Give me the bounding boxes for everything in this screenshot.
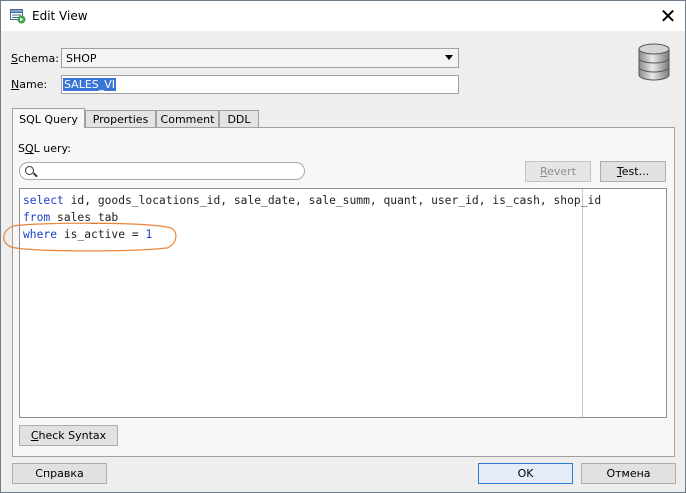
window-title: Edit View bbox=[32, 9, 88, 23]
tab-label: SQL Query bbox=[19, 113, 78, 126]
tab-ddl[interactable]: DDL bbox=[219, 110, 259, 128]
close-icon: ✕ bbox=[659, 4, 677, 28]
chevron-down-icon bbox=[445, 55, 453, 60]
help-button[interactable]: Справка bbox=[12, 463, 107, 484]
annotation-highlight bbox=[3, 222, 177, 252]
code-line: select id, goods_locations_id, sale_date… bbox=[23, 194, 602, 207]
name-field[interactable]: SALES_VI bbox=[61, 75, 459, 94]
ok-button[interactable]: OK bbox=[478, 463, 573, 484]
title-bar: Edit View ✕ bbox=[1, 1, 685, 31]
database-icon bbox=[638, 43, 670, 81]
schema-value: SHOP bbox=[66, 52, 97, 65]
tab-label: Comment bbox=[160, 113, 215, 126]
edit-view-dialog: Edit View ✕ Schema: SHOP Name: SALES_VI … bbox=[0, 0, 686, 493]
tab-label: DDL bbox=[227, 113, 251, 126]
cancel-button[interactable]: Отмена bbox=[581, 463, 676, 484]
schema-label: Schema: bbox=[11, 52, 59, 65]
close-button[interactable]: ✕ bbox=[651, 1, 685, 31]
name-label: Name: bbox=[11, 78, 48, 91]
tab-properties[interactable]: Properties bbox=[85, 110, 156, 128]
right-margin-guide bbox=[582, 189, 583, 417]
name-value: SALES_VI bbox=[63, 78, 117, 91]
revert-button[interactable]: Revert bbox=[525, 161, 591, 182]
edit-view-icon bbox=[10, 9, 26, 24]
test-button[interactable]: Test... bbox=[600, 161, 666, 182]
tab-label: Properties bbox=[92, 113, 149, 126]
search-input[interactable] bbox=[19, 162, 305, 180]
tab-sql-query[interactable]: SQL Query bbox=[12, 108, 85, 128]
schema-select[interactable]: SHOP bbox=[61, 48, 459, 68]
tab-comment[interactable]: Comment bbox=[156, 110, 219, 128]
check-syntax-button[interactable]: Check Syntax bbox=[19, 425, 118, 446]
sql-query-label: SQL uery: bbox=[18, 142, 71, 155]
